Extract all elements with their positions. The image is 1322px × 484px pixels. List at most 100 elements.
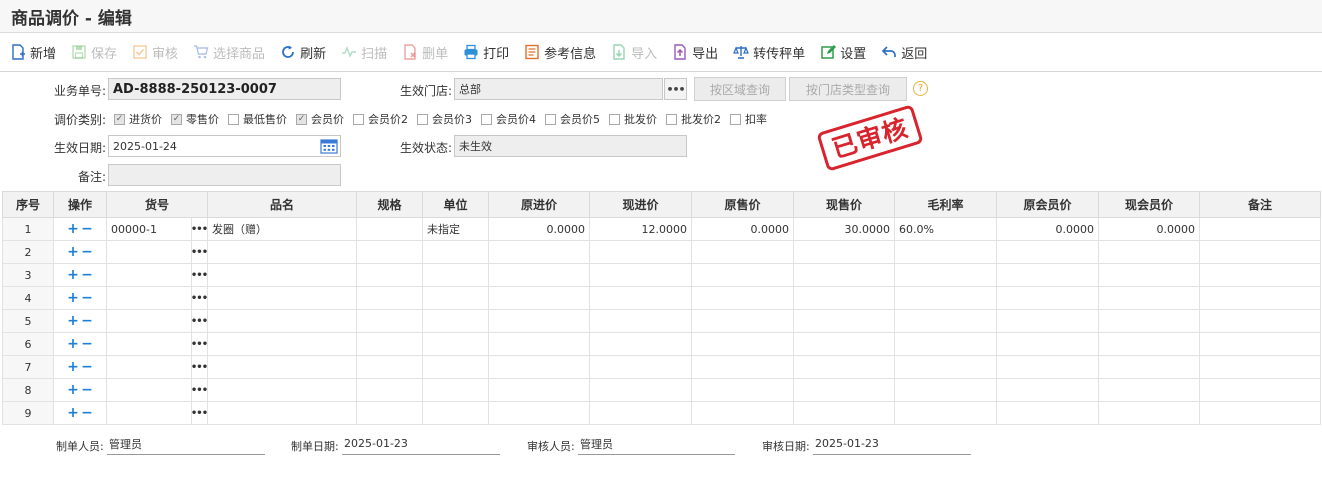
checkbox-icon[interactable]: ✓ bbox=[296, 113, 307, 125]
add-row-icon[interactable]: + bbox=[66, 245, 80, 259]
adjust-type-checkbox-4[interactable]: 会员价2 bbox=[353, 111, 408, 127]
new-cost-cell[interactable] bbox=[589, 286, 692, 310]
table-row[interactable]: 8 + − ••• bbox=[2, 378, 1321, 402]
table-row[interactable]: 3 + − ••• bbox=[2, 263, 1321, 287]
spec-cell[interactable] bbox=[356, 240, 423, 264]
add-row-icon[interactable]: + bbox=[66, 406, 80, 420]
doc-no-field[interactable]: AD-8888-250123-0007 bbox=[108, 78, 341, 100]
remove-row-icon[interactable]: − bbox=[80, 360, 94, 374]
margin-cell[interactable] bbox=[894, 309, 997, 333]
table-row[interactable]: 5 + − ••• bbox=[2, 309, 1321, 333]
name-cell[interactable] bbox=[207, 309, 357, 333]
code-picker-button[interactable]: ••• bbox=[191, 402, 207, 424]
table-row[interactable]: 1 + −00000-1 ••• 发圈（赠） 未指定 0.0000 12.0000 0.0000… bbox=[2, 217, 1321, 241]
new-member-cell[interactable] bbox=[1098, 355, 1200, 379]
old-price-cell[interactable] bbox=[691, 355, 794, 379]
remove-row-icon[interactable]: − bbox=[80, 314, 94, 328]
toolbar-button-add-doc[interactable]: 新增 bbox=[10, 43, 56, 62]
new-price-cell[interactable] bbox=[793, 309, 895, 333]
toolbar-button-print[interactable]: 打印 bbox=[463, 43, 509, 62]
checkbox-icon[interactable] bbox=[228, 113, 239, 125]
code-cell[interactable]: ••• bbox=[106, 332, 208, 356]
new-price-cell[interactable] bbox=[793, 355, 895, 379]
toolbar-button-refresh[interactable]: 刷新 bbox=[280, 43, 326, 62]
spec-cell[interactable] bbox=[356, 401, 423, 425]
margin-cell[interactable] bbox=[894, 401, 997, 425]
add-row-icon[interactable]: + bbox=[66, 337, 80, 351]
old-cost-cell[interactable] bbox=[488, 240, 590, 264]
remark-cell[interactable] bbox=[1199, 217, 1321, 241]
remove-row-icon[interactable]: − bbox=[80, 222, 94, 236]
checkbox-icon[interactable] bbox=[730, 113, 741, 125]
table-row[interactable]: 2 + − ••• bbox=[2, 240, 1321, 264]
spec-cell[interactable] bbox=[356, 217, 423, 241]
adjust-type-checkbox-6[interactable]: 会员价4 bbox=[481, 111, 536, 127]
old-cost-cell[interactable] bbox=[488, 309, 590, 333]
old-member-cell[interactable] bbox=[996, 401, 1099, 425]
new-cost-cell[interactable] bbox=[589, 263, 692, 287]
old-member-cell[interactable] bbox=[996, 240, 1099, 264]
adjust-type-checkbox-3[interactable]: ✓ 会员价 bbox=[296, 111, 344, 127]
table-row[interactable]: 4 + − ••• bbox=[2, 286, 1321, 310]
add-row-icon[interactable]: + bbox=[66, 360, 80, 374]
old-cost-cell[interactable] bbox=[488, 355, 590, 379]
old-member-cell[interactable] bbox=[996, 263, 1099, 287]
new-cost-cell[interactable] bbox=[589, 378, 692, 402]
code-cell[interactable]: ••• bbox=[106, 355, 208, 379]
toolbar-button-export[interactable]: 导出 bbox=[672, 43, 718, 62]
add-row-icon[interactable]: + bbox=[66, 291, 80, 305]
old-cost-cell[interactable] bbox=[488, 401, 590, 425]
code-picker-button[interactable]: ••• bbox=[191, 379, 207, 401]
margin-cell[interactable] bbox=[894, 355, 997, 379]
old-price-cell[interactable] bbox=[691, 263, 794, 287]
new-cost-cell[interactable] bbox=[589, 332, 692, 356]
remark-cell[interactable] bbox=[1199, 309, 1321, 333]
spec-cell[interactable] bbox=[356, 378, 423, 402]
remove-row-icon[interactable]: − bbox=[80, 245, 94, 259]
new-price-cell[interactable] bbox=[793, 240, 895, 264]
new-price-cell[interactable] bbox=[793, 286, 895, 310]
margin-cell[interactable] bbox=[894, 332, 997, 356]
spec-cell[interactable] bbox=[356, 309, 423, 333]
checkbox-icon[interactable] bbox=[417, 113, 428, 125]
adjust-type-checkbox-7[interactable]: 会员价5 bbox=[545, 111, 600, 127]
adjust-type-checkbox-2[interactable]: 最低售价 bbox=[228, 111, 287, 127]
new-cost-cell[interactable] bbox=[589, 240, 692, 264]
name-cell[interactable] bbox=[207, 240, 357, 264]
margin-cell[interactable]: 60.0% bbox=[894, 217, 997, 241]
new-price-cell[interactable] bbox=[793, 263, 895, 287]
unit-cell[interactable] bbox=[422, 355, 489, 379]
code-cell[interactable]: 00000-1 ••• bbox=[106, 217, 208, 241]
code-picker-button[interactable]: ••• bbox=[191, 333, 207, 355]
remove-row-icon[interactable]: − bbox=[80, 337, 94, 351]
unit-cell[interactable] bbox=[422, 286, 489, 310]
new-price-cell[interactable]: 30.0000 bbox=[793, 217, 895, 241]
spec-cell[interactable] bbox=[356, 263, 423, 287]
old-price-cell[interactable] bbox=[691, 332, 794, 356]
margin-cell[interactable] bbox=[894, 378, 997, 402]
remark-cell[interactable] bbox=[1199, 378, 1321, 402]
query-by-store-type-button[interactable]: 按门店类型查询 bbox=[789, 77, 907, 101]
code-picker-button[interactable]: ••• bbox=[191, 264, 207, 286]
new-member-cell[interactable] bbox=[1098, 286, 1200, 310]
code-cell[interactable]: ••• bbox=[106, 286, 208, 310]
code-cell[interactable]: ••• bbox=[106, 401, 208, 425]
adjust-type-checkbox-5[interactable]: 会员价3 bbox=[417, 111, 472, 127]
old-member-cell[interactable] bbox=[996, 378, 1099, 402]
toolbar-button-reference[interactable]: 参考信息 bbox=[524, 43, 596, 62]
new-member-cell[interactable]: 0.0000 bbox=[1098, 217, 1200, 241]
toolbar-button-cart[interactable]: 选择商品 bbox=[193, 43, 265, 62]
toolbar-button-delete-doc[interactable]: 删单 bbox=[402, 43, 448, 62]
margin-cell[interactable] bbox=[894, 240, 997, 264]
old-cost-cell[interactable] bbox=[488, 332, 590, 356]
new-cost-cell[interactable] bbox=[589, 401, 692, 425]
remark-cell[interactable] bbox=[1199, 355, 1321, 379]
checkbox-icon[interactable] bbox=[666, 113, 677, 125]
table-row[interactable]: 9 + − ••• bbox=[2, 401, 1321, 425]
name-cell[interactable] bbox=[207, 332, 357, 356]
spec-cell[interactable] bbox=[356, 332, 423, 356]
checkbox-icon[interactable]: ✓ bbox=[171, 113, 182, 125]
calendar-icon[interactable] bbox=[320, 138, 338, 154]
code-picker-button[interactable]: ••• bbox=[191, 218, 207, 240]
new-member-cell[interactable] bbox=[1098, 332, 1200, 356]
